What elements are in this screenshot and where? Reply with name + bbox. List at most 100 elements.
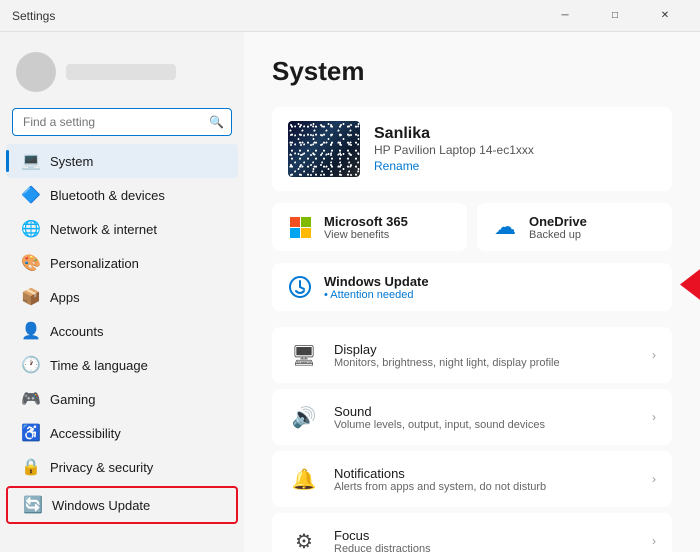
focus-text: Focus Reduce distractions (334, 528, 638, 552)
display-sub: Monitors, brightness, night light, displ… (334, 357, 638, 369)
microsoft365-info: Microsoft 365 View benefits (324, 214, 408, 241)
sidebar-item-label: Personalization (50, 256, 139, 271)
minimize-button[interactable]: ─ (542, 0, 588, 32)
gaming-icon: 🎮 (22, 390, 40, 408)
sound-chevron: › (652, 410, 656, 424)
network-icon: 🌐 (22, 220, 40, 238)
sidebar-item-label: Privacy & security (50, 460, 153, 475)
settings-list: 🖥 Display Monitors, brightness, night li… (272, 327, 672, 552)
sidebar: 🔍 💻 System 🔷 Bluetooth & devices 🌐 Netwo… (0, 32, 244, 552)
bluetooth-icon: 🔷 (22, 186, 40, 204)
time-icon: 🕐 (22, 356, 40, 374)
display-chevron: › (652, 348, 656, 362)
avatar (16, 52, 56, 92)
sidebar-item-label: Accounts (50, 324, 103, 339)
sound-sub: Volume levels, output, input, sound devi… (334, 419, 638, 431)
windows-update-card-icon (286, 273, 314, 301)
sidebar-item-personalization[interactable]: 🎨 Personalization (6, 246, 238, 280)
close-button[interactable]: ✕ (642, 0, 688, 32)
sidebar-item-bluetooth[interactable]: 🔷 Bluetooth & devices (6, 178, 238, 212)
sidebar-item-accessibility[interactable]: ♿ Accessibility (6, 416, 238, 450)
title-bar: Settings ─ □ ✕ (0, 0, 700, 32)
search-box: 🔍 (12, 108, 232, 136)
sidebar-item-time[interactable]: 🕐 Time & language (6, 348, 238, 382)
microsoft365-card[interactable]: Microsoft 365 View benefits (272, 203, 467, 251)
main-content: System Sanlika HP Pavilion Laptop 14-ec1… (244, 32, 700, 552)
notifications-title: Notifications (334, 466, 638, 481)
display-text: Display Monitors, brightness, night ligh… (334, 342, 638, 369)
profile-info: Sanlika HP Pavilion Laptop 14-ec1xxx Ren… (374, 125, 656, 173)
title-bar-title: Settings (12, 9, 534, 23)
settings-item-notifications[interactable]: 🔔 Notifications Alerts from apps and sys… (272, 451, 672, 507)
page-title: System (272, 56, 672, 87)
windows-update-row: Windows Update • Attention needed (272, 263, 672, 311)
sidebar-item-label: Network & internet (50, 222, 157, 237)
microsoft365-sub: View benefits (324, 229, 408, 241)
windows-update-icon: 🔄 (24, 496, 42, 514)
privacy-icon: 🔒 (22, 458, 40, 476)
sidebar-item-windows-update[interactable]: 🔄 Windows Update (6, 486, 238, 524)
profile-image (288, 121, 360, 177)
sidebar-item-label: Apps (50, 290, 80, 305)
onedrive-info: OneDrive Backed up (529, 214, 587, 241)
profile-name: Sanlika (374, 125, 656, 143)
focus-chevron: › (652, 534, 656, 548)
sound-text: Sound Volume levels, output, input, soun… (334, 404, 638, 431)
sidebar-item-gaming[interactable]: 🎮 Gaming (6, 382, 238, 416)
sidebar-item-label: Accessibility (50, 426, 121, 441)
sound-title: Sound (334, 404, 638, 419)
windows-update-card-info: Windows Update • Attention needed (324, 274, 429, 301)
display-title: Display (334, 342, 638, 357)
sidebar-item-apps[interactable]: 📦 Apps (6, 280, 238, 314)
display-icon: 🖥 (288, 339, 320, 371)
sidebar-item-label: System (50, 154, 93, 169)
profile-card: Sanlika HP Pavilion Laptop 14-ec1xxx Ren… (272, 107, 672, 191)
notifications-sub: Alerts from apps and system, do not dist… (334, 481, 638, 493)
focus-sub: Reduce distractions (334, 543, 638, 552)
settings-item-display[interactable]: 🖥 Display Monitors, brightness, night li… (272, 327, 672, 383)
notifications-icon: 🔔 (288, 463, 320, 495)
sidebar-item-network[interactable]: 🌐 Network & internet (6, 212, 238, 246)
accounts-icon: 👤 (22, 322, 40, 340)
sidebar-profile (0, 44, 244, 104)
sidebar-item-label: Bluetooth & devices (50, 188, 165, 203)
settings-item-sound[interactable]: 🔊 Sound Volume levels, output, input, so… (272, 389, 672, 445)
personalization-icon: 🎨 (22, 254, 40, 272)
sidebar-item-label: Windows Update (52, 498, 150, 513)
attention-arrow (676, 265, 700, 310)
microsoft365-title: Microsoft 365 (324, 214, 408, 229)
windows-update-card-title: Windows Update (324, 274, 429, 289)
rename-link[interactable]: Rename (374, 159, 656, 173)
profile-device: HP Pavilion Laptop 14-ec1xxx (374, 143, 656, 157)
onedrive-title: OneDrive (529, 214, 587, 229)
microsoft365-icon (286, 213, 314, 241)
onedrive-icon: ☁ (491, 213, 519, 241)
profile-name-placeholder (66, 64, 176, 80)
search-input[interactable] (12, 108, 232, 136)
system-icon: 💻 (22, 152, 40, 170)
sidebar-item-label: Gaming (50, 392, 96, 407)
sidebar-item-privacy[interactable]: 🔒 Privacy & security (6, 450, 238, 484)
search-icon: 🔍 (209, 115, 224, 129)
windows-update-card-sub: • Attention needed (324, 289, 429, 301)
apps-icon: 📦 (22, 288, 40, 306)
service-row: Microsoft 365 View benefits ☁ OneDrive B… (272, 203, 672, 251)
title-bar-controls: ─ □ ✕ (542, 0, 688, 32)
focus-icon: ⚙ (288, 525, 320, 552)
onedrive-card[interactable]: ☁ OneDrive Backed up (477, 203, 672, 251)
sound-icon: 🔊 (288, 401, 320, 433)
settings-item-focus[interactable]: ⚙ Focus Reduce distractions › (272, 513, 672, 552)
sidebar-item-accounts[interactable]: 👤 Accounts (6, 314, 238, 348)
profile-img-overlay (288, 121, 360, 177)
maximize-button[interactable]: □ (592, 0, 638, 32)
notifications-text: Notifications Alerts from apps and syste… (334, 466, 638, 493)
accessibility-icon: ♿ (22, 424, 40, 442)
focus-title: Focus (334, 528, 638, 543)
app-body: 🔍 💻 System 🔷 Bluetooth & devices 🌐 Netwo… (0, 32, 700, 552)
onedrive-sub: Backed up (529, 229, 587, 241)
sidebar-item-label: Time & language (50, 358, 148, 373)
windows-update-card[interactable]: Windows Update • Attention needed (272, 263, 672, 311)
notifications-chevron: › (652, 472, 656, 486)
top-cards: Sanlika HP Pavilion Laptop 14-ec1xxx Ren… (272, 107, 672, 311)
sidebar-item-system[interactable]: 💻 System (6, 144, 238, 178)
